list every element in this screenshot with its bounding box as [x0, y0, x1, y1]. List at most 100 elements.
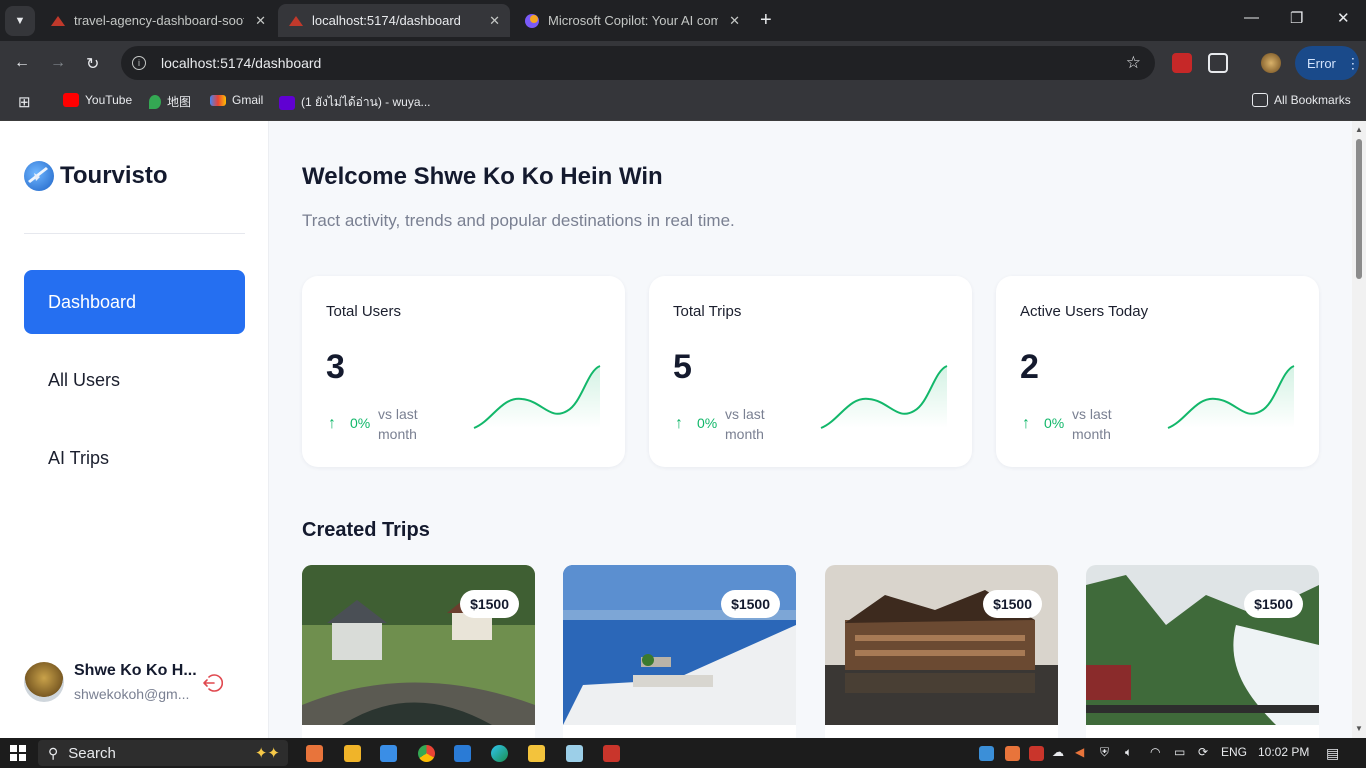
stat-value: 3 — [326, 348, 345, 386]
all-bookmarks[interactable]: All Bookmarks — [1252, 93, 1351, 107]
trip-image — [1086, 565, 1319, 725]
restore-icon[interactable]: ❐ — [1290, 9, 1303, 27]
apps-grid-icon[interactable]: ⊞ — [18, 93, 31, 111]
tray-icon[interactable] — [979, 746, 994, 761]
postman-icon[interactable] — [603, 745, 620, 762]
extensions-puzzle-icon[interactable] — [1208, 53, 1228, 73]
tray-xampp-icon[interactable] — [1005, 746, 1020, 761]
brand-logo[interactable]: Tourvisto — [24, 161, 168, 191]
wifi-icon[interactable]: ◠ — [1150, 745, 1160, 759]
tab-strip: ▼ travel-agency-dashboard-sooty ✕ localh… — [0, 0, 1366, 41]
back-icon[interactable]: ← — [14, 54, 30, 72]
shield-icon[interactable]: ⛨ — [1100, 745, 1109, 760]
notification-icon[interactable]: ▤ — [1326, 745, 1339, 762]
tab-title: Microsoft Copilot: Your AI comp — [548, 13, 718, 28]
vscode-icon[interactable] — [454, 745, 471, 762]
sidebar-item-dashboard[interactable]: Dashboard — [24, 270, 245, 334]
stat-card-active-users: Active Users Today 2 ↑ 0% vs last month — [996, 276, 1319, 467]
bookmark-yahoo[interactable]: (1 ยังไม่ได้อ่าน) - wuya... — [279, 93, 431, 112]
tab-title: travel-agency-dashboard-sooty — [74, 13, 244, 28]
trend-sparkline — [473, 365, 601, 429]
desktop-icon[interactable] — [380, 745, 397, 762]
scrollbar-thumb[interactable] — [1356, 139, 1362, 279]
stat-compare: vs last month — [725, 406, 765, 442]
forward-icon[interactable]: → — [50, 54, 66, 72]
trip-image — [825, 565, 1058, 725]
stat-change: 0% — [1044, 415, 1065, 431]
address-bar[interactable]: i localhost:5174/dashboard ☆ — [121, 46, 1155, 80]
browser-tab-dashboard[interactable]: localhost:5174/dashboard ✕ — [278, 4, 510, 37]
notepad-icon[interactable] — [566, 745, 583, 762]
bookmark-label: 地图 — [167, 95, 192, 109]
new-tab-icon[interactable]: + — [760, 9, 772, 32]
profile-avatar-icon[interactable] — [1261, 53, 1281, 73]
bookmarks-bar: ⊞ YouTube 地图 Gmail (1 ยังไม่ได้อ่าน) - w… — [0, 85, 1366, 121]
user-email: shwekokoh@gm... — [74, 686, 190, 702]
close-window-icon[interactable]: ✕ — [1337, 9, 1350, 27]
stat-label: Total Trips — [673, 303, 742, 320]
sparkle-icon: ✦✦ — [254, 745, 280, 762]
cloud-icon[interactable]: ☁ — [1052, 745, 1064, 759]
xampp-icon[interactable] — [306, 745, 323, 762]
page-viewport: Tourvisto Dashboard All Users AI Trips S… — [0, 121, 1352, 738]
trip-card[interactable]: $1500 — [563, 565, 796, 738]
site-info-icon[interactable]: i — [132, 56, 146, 70]
card-body — [1086, 725, 1319, 738]
sidebar-item-label: All Users — [48, 369, 121, 390]
url-text[interactable]: localhost:5174/dashboard — [161, 55, 321, 71]
bookmark-label: YouTube — [85, 93, 133, 107]
bookmark-youtube[interactable]: YouTube — [63, 93, 132, 107]
user-name: Shwe Ko Ko H... — [74, 662, 197, 679]
chrome-icon[interactable] — [418, 745, 435, 762]
stat-compare: vs last month — [378, 406, 418, 442]
close-tab-icon[interactable]: ✕ — [489, 13, 500, 29]
browser-tab-copilot[interactable]: Microsoft Copilot: Your AI comp ✕ — [514, 4, 750, 37]
logout-icon[interactable] — [201, 672, 223, 694]
trip-card[interactable]: $1500 — [302, 565, 535, 738]
arrow-up-icon: ↑ — [328, 415, 336, 432]
browser-toolbar: ← → ↻ i localhost:5174/dashboard ☆ Error… — [0, 41, 1366, 85]
price-badge: $1500 — [460, 590, 519, 618]
bookmark-maps[interactable]: 地图 — [149, 93, 191, 110]
minimize-icon[interactable]: — — [1244, 9, 1259, 26]
price-badge: $1500 — [721, 590, 780, 618]
page-scrollbar[interactable]: ▲ ▼ — [1352, 121, 1366, 738]
kebab-menu-icon: ⋮ — [1345, 54, 1360, 71]
file-explorer-icon[interactable] — [528, 745, 545, 762]
price-badge: $1500 — [1244, 590, 1303, 618]
yahoo-icon — [279, 95, 295, 110]
close-tab-icon[interactable]: ✕ — [255, 13, 266, 29]
sidebar-item-ai-trips[interactable]: AI Trips — [24, 426, 245, 490]
gmail-icon — [210, 94, 226, 106]
tab-search-button[interactable]: ▼ — [5, 5, 35, 36]
windows-start-icon[interactable] — [10, 745, 26, 761]
sync-icon[interactable]: ⟳ — [1198, 745, 1208, 759]
section-title-created-trips: Created Trips — [302, 519, 430, 541]
tray-app-icon[interactable] — [1029, 746, 1044, 761]
edge-icon[interactable] — [491, 745, 508, 762]
scroll-up-icon[interactable]: ▲ — [1355, 125, 1363, 134]
browser-tab-travel-agency[interactable]: travel-agency-dashboard-sooty ✕ — [40, 4, 276, 37]
tray-volume-app-icon[interactable]: ◀ — [1075, 745, 1084, 759]
trip-card[interactable]: $1500 — [825, 565, 1058, 738]
extension-icon[interactable] — [1172, 53, 1192, 73]
avatar[interactable] — [24, 662, 64, 702]
user-profile: Shwe Ko Ko H... shwekokoh@gm... — [24, 662, 197, 702]
reload-icon[interactable]: ↻ — [86, 54, 99, 74]
bookmark-label: Gmail — [232, 93, 264, 107]
sidebar-item-all-users[interactable]: All Users — [24, 348, 245, 412]
error-button[interactable]: Error ⋮ — [1295, 46, 1360, 80]
taskbar-search[interactable]: ⚲ Search ✦✦ — [38, 740, 288, 766]
close-tab-icon[interactable]: ✕ — [729, 13, 740, 29]
globe-airplane-icon — [24, 161, 54, 191]
language-indicator[interactable]: ENG — [1221, 745, 1247, 759]
speaker-icon[interactable]: 🔈︎ — [1125, 745, 1132, 760]
bookmark-gmail[interactable]: Gmail — [210, 93, 263, 107]
scroll-down-icon[interactable]: ▼ — [1355, 724, 1363, 733]
battery-icon[interactable]: ▭ — [1174, 745, 1185, 759]
clock[interactable]: 10:02 PM — [1258, 745, 1309, 759]
trip-image — [563, 565, 796, 725]
trip-card[interactable]: $1500 — [1086, 565, 1319, 738]
bookmark-star-icon[interactable]: ☆ — [1126, 53, 1141, 73]
app-icon[interactable] — [344, 745, 361, 762]
